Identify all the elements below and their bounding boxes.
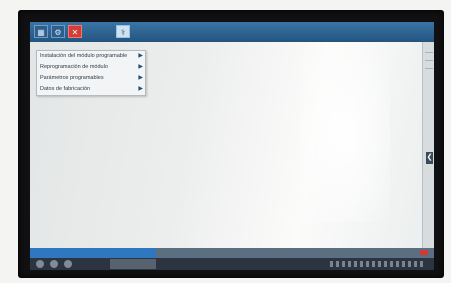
screen-glare bbox=[300, 42, 390, 222]
grid-icon[interactable]: ▦ bbox=[34, 25, 48, 38]
menu-item-reprogramming[interactable]: Reprogramación de módulo ▶ bbox=[37, 62, 145, 73]
stethoscope-icon[interactable]: ⚕ bbox=[116, 25, 130, 38]
taskbar-window-button[interactable] bbox=[110, 259, 156, 269]
system-tray bbox=[330, 261, 426, 267]
menu-item-label: Reprogramación de módulo bbox=[40, 64, 108, 70]
menu-item-installation[interactable]: Instalación del módulo programable ▶ bbox=[37, 51, 145, 62]
sidebar-divider bbox=[425, 60, 433, 61]
menu-item-parameters[interactable]: Parámetros programables ▶ bbox=[37, 73, 145, 84]
collapse-panel-icon[interactable]: ❮ bbox=[426, 152, 433, 164]
taskbar-app-icon[interactable] bbox=[50, 260, 58, 268]
close-icon[interactable]: ✕ bbox=[68, 25, 82, 38]
taskbar bbox=[30, 258, 434, 270]
menu-item-manufacturing-data[interactable]: Datos de fabricación ▶ bbox=[37, 84, 145, 95]
taskbar-app-icon[interactable] bbox=[64, 260, 72, 268]
start-icon[interactable] bbox=[36, 260, 44, 268]
screen: ▦ ⚙ ✕ ⚕ Instalación del módulo programab… bbox=[30, 22, 434, 270]
right-sidebar bbox=[422, 42, 434, 248]
menu-item-label: Parámetros programables bbox=[40, 75, 104, 81]
chevron-right-icon: ▶ bbox=[138, 75, 143, 81]
chevron-right-icon: ▶ bbox=[138, 86, 143, 92]
sidebar-divider bbox=[425, 52, 433, 53]
chevron-right-icon: ▶ bbox=[138, 53, 143, 59]
alert-indicator bbox=[420, 250, 428, 255]
menu-item-label: Instalación del módulo programable bbox=[40, 53, 128, 59]
module-menu: Instalación del módulo programable ▶ Rep… bbox=[36, 50, 146, 96]
top-toolbar: ▦ ⚙ ✕ ⚕ bbox=[30, 22, 434, 42]
menu-item-label: Datos de fabricación bbox=[40, 86, 91, 92]
sidebar-divider bbox=[425, 68, 433, 69]
wrench-icon[interactable]: ⚙ bbox=[51, 25, 65, 38]
chevron-right-icon: ▶ bbox=[138, 64, 143, 70]
